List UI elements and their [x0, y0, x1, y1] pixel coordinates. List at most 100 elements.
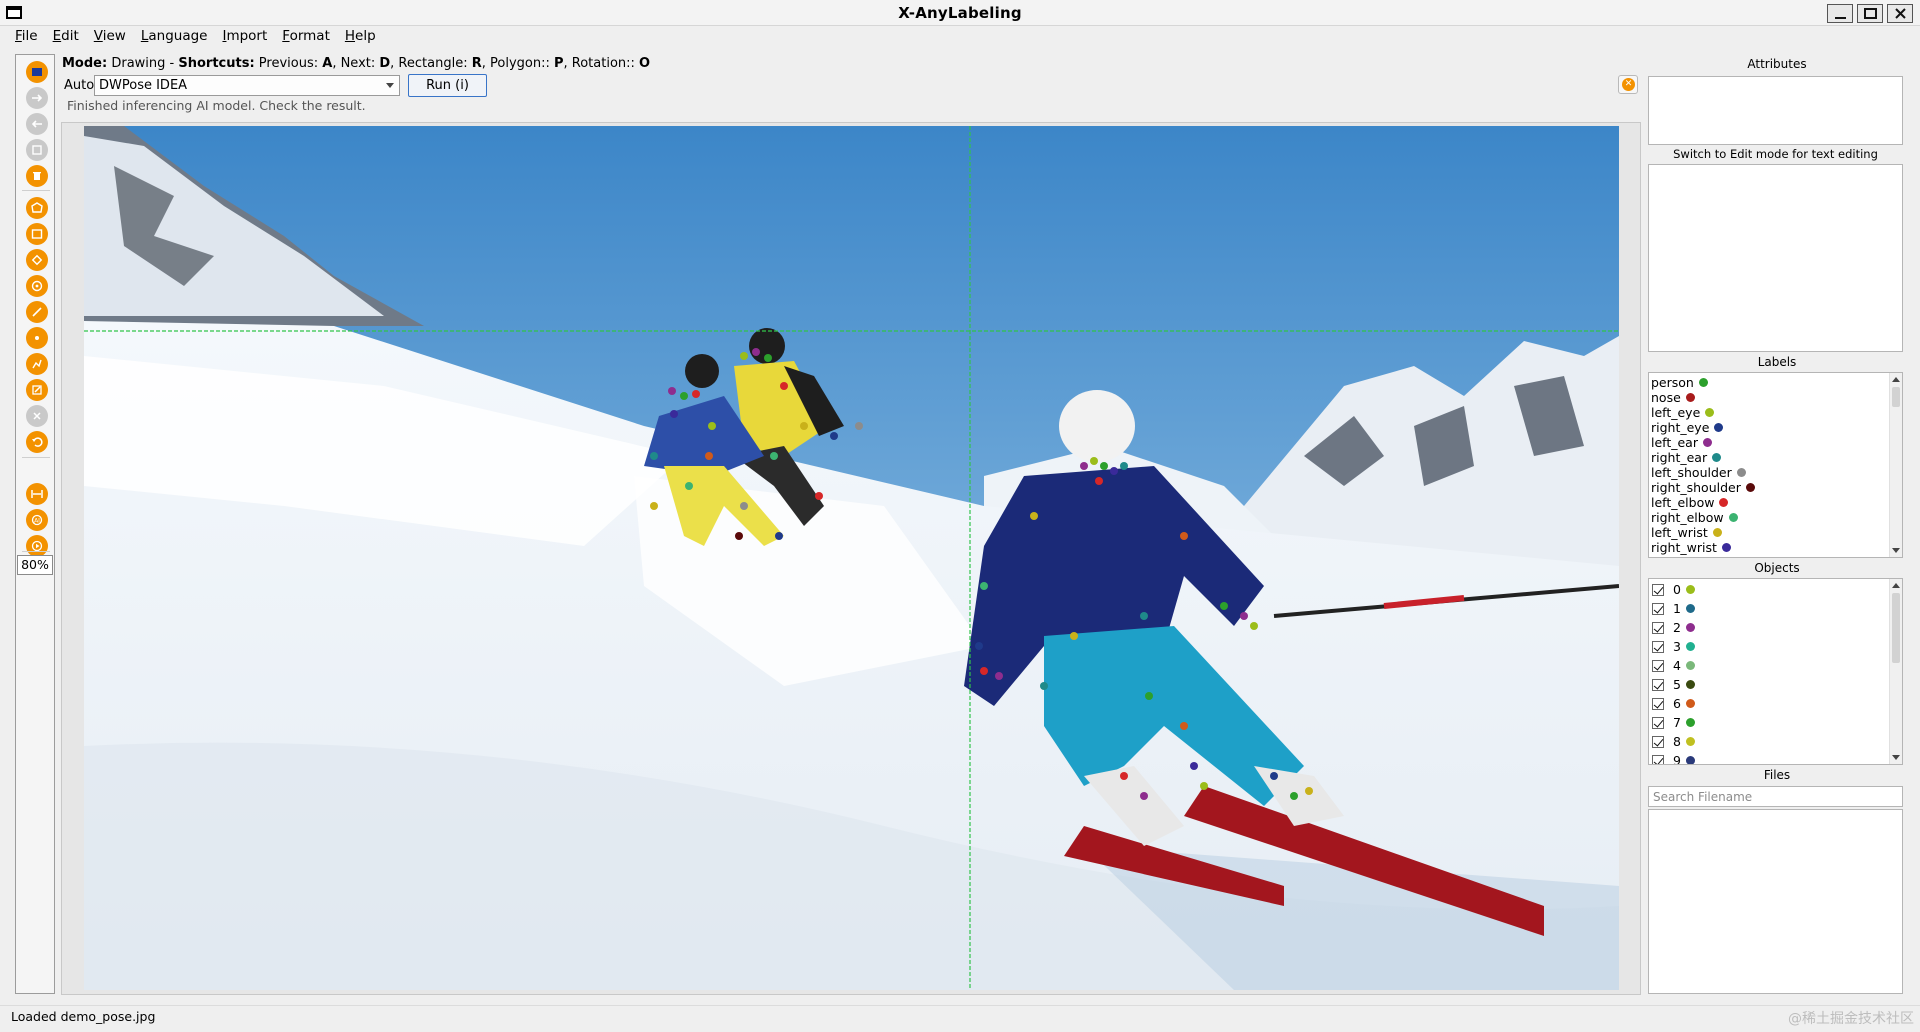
labels-scrollbar[interactable] [1889, 373, 1902, 557]
objects-scrollbar[interactable] [1889, 579, 1902, 764]
label-item[interactable]: left_elbow [1651, 495, 1729, 510]
object-visibility-checkbox[interactable] [1652, 584, 1664, 596]
object-visibility-checkbox[interactable] [1652, 660, 1664, 672]
fit-width-icon [31, 490, 43, 498]
menu-edit[interactable]: Edit [44, 26, 85, 44]
label-item[interactable]: left_ear [1651, 435, 1712, 450]
object-visibility-checkbox[interactable] [1652, 603, 1664, 615]
attributes-box[interactable] [1648, 76, 1903, 145]
label-item[interactable]: left_eye [1651, 405, 1715, 420]
linestrip-tool-button[interactable] [26, 353, 48, 375]
description-box[interactable] [1648, 164, 1903, 352]
object-color-swatch [1685, 699, 1695, 708]
prev-image-button[interactable] [26, 113, 48, 135]
zoom-input[interactable]: 80% [17, 555, 53, 575]
next-image-button[interactable] [26, 87, 48, 109]
label-item[interactable]: right_ear [1651, 450, 1722, 465]
scroll-thumb[interactable] [1892, 593, 1900, 663]
object-item[interactable]: 9 [1652, 753, 1695, 764]
label-item[interactable]: left_wrist [1651, 525, 1722, 540]
label-text: left_elbow [1651, 495, 1715, 510]
object-item[interactable]: 6 [1652, 696, 1695, 714]
attributes-title: Attributes [1747, 57, 1807, 71]
minimize-button[interactable] [1827, 4, 1853, 23]
labels-list[interactable]: person nose left_eye right_eye left_ear right… [1648, 372, 1903, 558]
label-item[interactable]: person [1651, 375, 1708, 390]
open-button[interactable] [26, 61, 48, 83]
object-item[interactable]: 2 [1652, 620, 1695, 638]
edit-tool-button[interactable] [26, 379, 48, 401]
prev-image-icon [31, 120, 42, 128]
auto-labeling-icon: AI [31, 514, 43, 526]
circle-tool-button[interactable] [26, 275, 48, 297]
object-item[interactable]: 3 [1652, 639, 1695, 657]
undo-button[interactable] [26, 431, 48, 453]
circle-tool-icon [31, 280, 43, 292]
line-tool-button[interactable] [26, 301, 48, 323]
title-bar: X-AnyLabeling [0, 0, 1920, 26]
label-item[interactable]: right_eye [1651, 420, 1724, 435]
model-select-value: DWPose IDEA [99, 78, 188, 93]
object-item[interactable]: 0 [1652, 582, 1695, 600]
object-id: 1 [1673, 601, 1681, 616]
rotation-tool-button[interactable] [26, 249, 48, 271]
scroll-thumb[interactable] [1892, 387, 1900, 407]
menu-bar: File Edit View Language Import Format Help [0, 26, 1920, 48]
linestrip-tool-icon [32, 359, 42, 369]
object-item[interactable]: 1 [1652, 601, 1695, 619]
run-button[interactable]: Run (i) [408, 74, 487, 97]
label-item[interactable]: left_shoulder [1651, 465, 1746, 480]
object-visibility-checkbox[interactable] [1652, 679, 1664, 691]
files-list[interactable] [1648, 809, 1903, 994]
save-button[interactable] [26, 139, 48, 161]
menu-language[interactable]: Language [132, 26, 214, 44]
line-tool-icon [32, 307, 42, 317]
object-color-swatch [1685, 737, 1695, 746]
label-item[interactable]: nose [1651, 390, 1695, 405]
annotated-image[interactable] [84, 126, 1619, 990]
polygon-tool-button[interactable] [26, 197, 48, 219]
menu-import[interactable]: Import [213, 26, 273, 44]
label-item[interactable]: right_wrist [1651, 540, 1731, 555]
menu-file[interactable]: File [0, 26, 44, 44]
model-select[interactable]: DWPose IDEA [94, 75, 400, 96]
run-all-button[interactable] [26, 535, 48, 557]
close-window-button[interactable] [1887, 4, 1913, 23]
scroll-down-icon[interactable] [1892, 548, 1900, 553]
left-toolbar: AI 80% [15, 54, 55, 994]
menu-help[interactable]: Help [336, 26, 382, 44]
auto-labeling-button[interactable]: AI [26, 509, 48, 531]
object-item[interactable]: 5 [1652, 677, 1695, 695]
label-text: left_ear [1651, 435, 1698, 450]
label-item[interactable]: right_elbow [1651, 510, 1738, 525]
object-visibility-checkbox[interactable] [1652, 698, 1664, 710]
maximize-button[interactable] [1857, 4, 1883, 23]
delete-file-button[interactable] [26, 165, 48, 187]
object-visibility-checkbox[interactable] [1652, 755, 1664, 764]
scroll-up-icon[interactable] [1892, 583, 1900, 588]
search-filename-input[interactable] [1648, 786, 1903, 807]
menu-format[interactable]: Format [273, 26, 336, 44]
object-visibility-checkbox[interactable] [1652, 641, 1664, 653]
object-item[interactable]: 8 [1652, 734, 1695, 752]
menu-view[interactable]: View [85, 26, 132, 44]
label-item[interactable]: right_shoulder [1651, 480, 1755, 495]
delete-shape-button[interactable] [26, 405, 48, 427]
scroll-up-icon[interactable] [1892, 377, 1900, 382]
label-color-swatch [1714, 423, 1724, 432]
close-auto-labeling-button[interactable]: ✕ [1618, 75, 1638, 94]
label-color-swatch [1703, 438, 1712, 447]
object-visibility-checkbox[interactable] [1652, 736, 1664, 748]
rectangle-tool-button[interactable] [26, 223, 48, 245]
object-item[interactable]: 7 [1652, 715, 1695, 733]
fit-width-button[interactable] [26, 483, 48, 505]
object-item[interactable]: 4 [1652, 658, 1695, 676]
label-text: left_wrist [1651, 525, 1708, 540]
object-visibility-checkbox[interactable] [1652, 717, 1664, 729]
objects-list[interactable]: 0 1 2 3 4 5 6 7 8 9 [1648, 578, 1903, 765]
object-id: 3 [1673, 639, 1681, 654]
point-tool-button[interactable] [26, 327, 48, 349]
object-visibility-checkbox[interactable] [1652, 622, 1664, 634]
label-color-swatch [1745, 483, 1755, 492]
scroll-down-icon[interactable] [1892, 755, 1900, 760]
